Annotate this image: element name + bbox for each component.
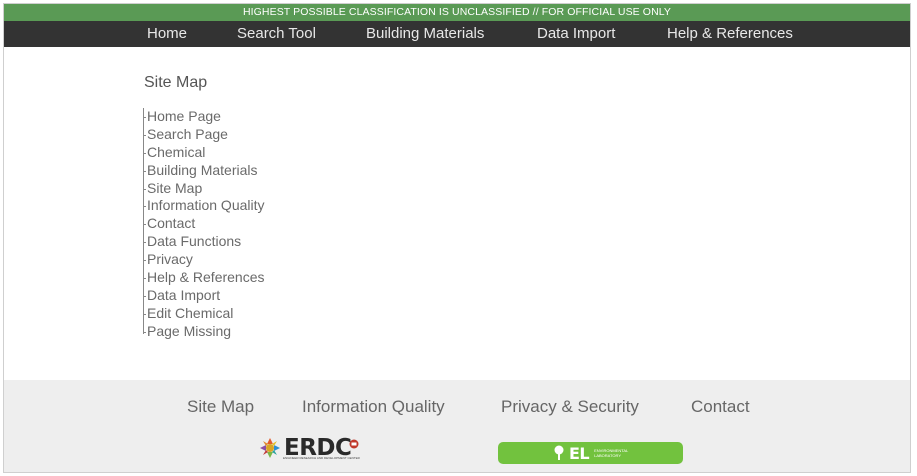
corps-castle-icon	[349, 439, 359, 449]
tree-item-help-references[interactable]: Help & References	[143, 269, 265, 287]
classification-banner: HIGHEST POSSIBLE CLASSIFICATION IS UNCLA…	[4, 4, 910, 21]
tree-item-privacy[interactable]: Privacy	[143, 251, 265, 269]
site-map-tree: Home Page Search Page Chemical Building …	[143, 108, 265, 341]
tree-item-home-page[interactable]: Home Page	[143, 108, 265, 126]
footer-link-site-map[interactable]: Site Map	[187, 397, 254, 417]
el-subtext: ENVIRONMENTAL LABORATORY	[594, 448, 629, 458]
top-navbar: Home Search Tool Building Materials Data…	[4, 21, 910, 47]
tree-item-information-quality[interactable]: Information Quality	[143, 197, 265, 215]
page-frame: HIGHEST POSSIBLE CLASSIFICATION IS UNCLA…	[3, 3, 911, 473]
tree-item-data-functions[interactable]: Data Functions	[143, 233, 265, 251]
footer-link-information-quality[interactable]: Information Quality	[302, 397, 445, 417]
el-logo[interactable]: EL ENVIRONMENTAL LABORATORY	[498, 442, 683, 464]
page-title: Site Map	[144, 74, 208, 91]
tree-item-site-map[interactable]: Site Map	[143, 180, 265, 198]
tree-icon	[554, 445, 564, 460]
nav-data-import[interactable]: Data Import	[537, 21, 615, 47]
footer: Site Map Information Quality Privacy & S…	[4, 380, 910, 472]
footer-link-contact[interactable]: Contact	[691, 397, 750, 417]
nav-building-materials[interactable]: Building Materials	[366, 21, 484, 47]
tree-item-chemical[interactable]: Chemical	[143, 144, 265, 162]
erdc-subtext: ENGINEER RESEARCH AND DEVELOPMENT CENTER	[283, 456, 360, 460]
tree-item-edit-chemical[interactable]: Edit Chemical	[143, 305, 265, 323]
erdc-logo[interactable]: ERDC ENGINEER RESEARCH AND DEVELOPMENT C…	[259, 435, 360, 461]
nav-search-tool[interactable]: Search Tool	[237, 21, 316, 47]
tree-item-page-missing[interactable]: Page Missing	[143, 323, 265, 341]
erdc-castle-icon	[260, 438, 280, 458]
tree-item-building-materials[interactable]: Building Materials	[143, 162, 265, 180]
tree-item-data-import[interactable]: Data Import	[143, 287, 265, 305]
tree-item-contact[interactable]: Contact	[143, 215, 265, 233]
nav-help-references[interactable]: Help & References	[667, 21, 793, 47]
tree-item-search-page[interactable]: Search Page	[143, 126, 265, 144]
el-wordmark: EL	[569, 443, 590, 463]
footer-link-privacy-security[interactable]: Privacy & Security	[501, 397, 639, 417]
nav-home[interactable]: Home	[147, 21, 187, 47]
